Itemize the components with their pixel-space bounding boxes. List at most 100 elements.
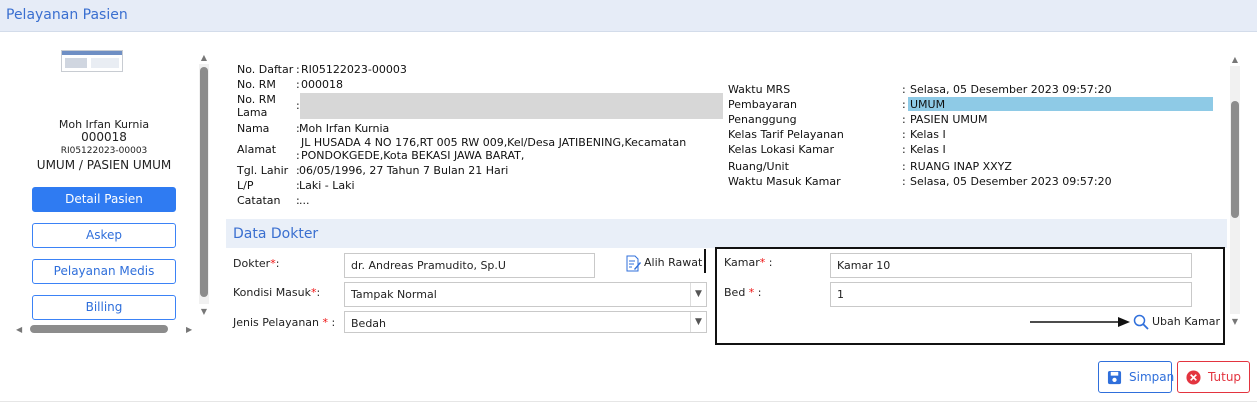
required-mark: * <box>322 316 329 329</box>
tutup-label: Tutup <box>1208 370 1242 384</box>
value-pembayaran: UMUM <box>910 98 946 111</box>
value-no-rm-lama <box>300 93 723 119</box>
required-mark: * <box>759 256 766 269</box>
colon: : <box>331 316 336 329</box>
value-alamat: JL HUSADA 4 NO 176,RT 005 RW 009,Kel/Des… <box>301 136 687 149</box>
alih-rawat-label: Alih Rawat <box>644 256 703 269</box>
label-kelas-lokasi: Kelas Lokasi Kamar <box>728 143 835 156</box>
patient-payment: UMUM / PASIEN UMUM <box>36 158 172 172</box>
ubah-kamar-label: Ubah Kamar <box>1152 315 1220 328</box>
save-icon <box>1107 370 1122 385</box>
value-waktu-mrs: Selasa, 05 Desember 2023 09:57:20 <box>910 83 1112 96</box>
chevron-down-icon: ▼ <box>690 312 706 332</box>
value-lp: Laki - Laki <box>299 179 355 192</box>
billing-button[interactable]: Billing <box>32 295 176 320</box>
colon: : <box>296 78 300 91</box>
kondisi-value: Tampak Normal <box>351 288 437 301</box>
value-no-rm: 000018 <box>301 78 343 91</box>
jenis-label-wrap: Jenis Pelayanan * : <box>233 316 335 329</box>
colon: : <box>316 286 321 299</box>
data-dokter-title: Data Dokter <box>233 226 319 242</box>
left-scroll-left-arrow[interactable]: ◀ <box>16 325 22 334</box>
page-title: Pelayanan Pasien <box>6 7 128 23</box>
patient-photo-thumbnail <box>61 50 123 72</box>
main-vertical-scrollbar-thumb[interactable] <box>1231 101 1239 218</box>
value-tgl-lahir: 06/05/1996, 27 Tahun 7 Bulan 21 Hari <box>299 164 509 177</box>
label-lp: L/P <box>237 179 254 192</box>
required-mark: * <box>748 286 755 299</box>
bed-label-wrap: Bed * : <box>724 286 762 299</box>
colon: : <box>902 98 906 111</box>
main-scroll-down-arrow[interactable]: ▼ <box>1230 318 1240 326</box>
jenis-pelayanan-select[interactable]: Bedah ▼ <box>344 311 707 333</box>
label-no-daftar: No. Daftar <box>237 63 294 76</box>
label-no-rm-lama: No. RM <box>237 93 276 106</box>
bed-label: Bed <box>724 286 746 299</box>
value-penanggung: PASIEN UMUM <box>910 113 988 126</box>
close-icon <box>1186 370 1201 385</box>
value-alamat-2: PONDOKGEDE,Kota BEKASI JAWA BARAT, <box>301 149 525 162</box>
colon: : <box>296 149 300 162</box>
colon: : <box>757 286 762 299</box>
left-vertical-scrollbar-thumb[interactable] <box>200 67 208 297</box>
jenis-label: Jenis Pelayanan <box>233 316 320 329</box>
value-catatan: ... <box>299 194 310 207</box>
colon: : <box>768 256 773 269</box>
jenis-value: Bedah <box>351 317 387 330</box>
kondisi-masuk-select[interactable]: Tampak Normal ▼ <box>344 282 707 307</box>
colon: : <box>902 83 906 96</box>
ubah-kamar-button[interactable]: Ubah Kamar <box>1133 313 1223 331</box>
kondisi-label-wrap: Kondisi Masuk*: <box>233 286 320 299</box>
pelayanan-medis-button[interactable]: Pelayanan Medis <box>32 259 176 284</box>
label-kelas-tarif: Kelas Tarif Pelayanan <box>728 128 844 141</box>
divider <box>704 249 706 273</box>
left-scroll-down-arrow[interactable]: ▼ <box>199 308 209 316</box>
dokter-input[interactable]: dr. Andreas Pramudito, Sp.U <box>344 253 595 278</box>
colon: : <box>902 113 906 126</box>
value-kelas-lokasi: Kelas I <box>910 143 946 156</box>
colon: : <box>275 257 280 270</box>
page-header <box>0 0 1257 32</box>
detail-pasien-button[interactable]: Detail Pasien <box>32 187 176 212</box>
value-waktu-masuk-kamar: Selasa, 05 Desember 2023 09:57:20 <box>910 175 1112 188</box>
label-tgl-lahir: Tgl. Lahir <box>237 164 289 177</box>
label-ruang-unit: Ruang/Unit <box>728 160 789 173</box>
value-ruang-unit: RUANG INAP XXYZ <box>910 160 1012 173</box>
colon: : <box>902 143 906 156</box>
alih-rawat-button[interactable]: Alih Rawat <box>625 254 705 274</box>
colon: : <box>296 63 300 76</box>
label-no-rm: No. RM <box>237 78 276 91</box>
label-alamat: Alamat <box>237 143 277 156</box>
edit-document-icon <box>626 255 641 272</box>
chevron-down-icon: ▼ <box>690 283 706 306</box>
label-nama: Nama <box>237 122 270 135</box>
simpan-button[interactable]: Simpan <box>1098 361 1175 393</box>
value-no-daftar: RI05122023-00003 <box>301 63 407 76</box>
kamar-label: Kamar <box>724 256 760 269</box>
patient-rm: 000018 <box>81 130 127 144</box>
label-waktu-mrs: Waktu MRS <box>728 83 791 96</box>
label-no-rm-lama-2: Lama <box>237 106 268 119</box>
data-dokter-header <box>226 219 1227 248</box>
askep-button[interactable]: Askep <box>32 223 176 248</box>
tutup-button[interactable]: Tutup <box>1177 361 1250 393</box>
value-kelas-tarif: Kelas I <box>910 128 946 141</box>
left-horizontal-scrollbar-thumb[interactable] <box>30 325 168 333</box>
colon: : <box>902 160 906 173</box>
label-pembayaran: Pembayaran <box>728 98 797 111</box>
search-icon <box>1133 314 1149 330</box>
kamar-input[interactable]: Kamar 10 <box>830 253 1192 278</box>
patient-daftar: RI05122023-00003 <box>60 146 148 156</box>
colon: : <box>902 175 906 188</box>
left-scroll-up-arrow[interactable]: ▲ <box>199 54 209 62</box>
dokter-label: Dokter <box>233 257 271 270</box>
simpan-label: Simpan <box>1129 370 1175 384</box>
dokter-label-wrap: Dokter*: <box>233 257 279 270</box>
colon: : <box>902 128 906 141</box>
main-scroll-up-arrow[interactable]: ▲ <box>1230 56 1240 64</box>
label-penanggung: Penanggung <box>728 113 797 126</box>
bed-input[interactable]: 1 <box>830 282 1192 307</box>
left-scroll-right-arrow[interactable]: ▶ <box>186 325 192 334</box>
kondisi-label: Kondisi Masuk <box>233 286 311 299</box>
value-nama: Moh Irfan Kurnia <box>299 122 390 135</box>
